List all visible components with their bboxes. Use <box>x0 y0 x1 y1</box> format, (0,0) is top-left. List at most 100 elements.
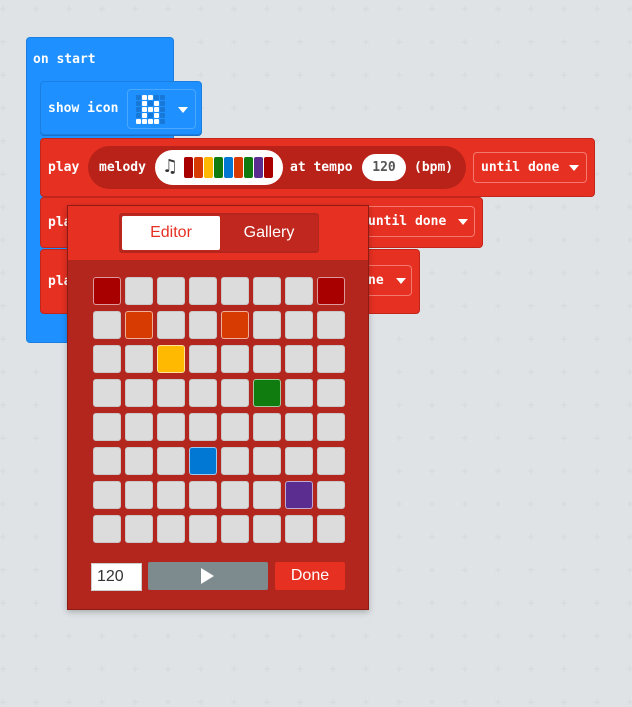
until-done-dropdown[interactable]: until done <box>473 152 587 183</box>
note-cell[interactable] <box>93 379 121 407</box>
note-cell[interactable] <box>157 379 185 407</box>
note-cell-active[interactable] <box>157 345 185 373</box>
grid-mark <box>495 105 501 111</box>
melody-note-swatch <box>184 157 193 178</box>
note-cell[interactable] <box>317 311 345 339</box>
until-done-dropdown-2[interactable]: until done <box>355 206 475 237</box>
note-cell[interactable] <box>253 277 281 305</box>
icon-pixel <box>160 101 165 106</box>
grid-mark <box>396 336 402 342</box>
note-cell[interactable] <box>221 481 249 509</box>
note-cell-active[interactable] <box>93 277 121 305</box>
note-cell[interactable] <box>221 413 249 441</box>
icon-pixel <box>160 95 165 100</box>
icon-pixel <box>160 107 165 112</box>
note-cell[interactable] <box>221 515 249 543</box>
note-cell[interactable] <box>189 481 217 509</box>
note-cell[interactable] <box>189 515 217 543</box>
grid-mark <box>561 369 567 375</box>
note-cell[interactable] <box>317 379 345 407</box>
note-cell[interactable] <box>125 481 153 509</box>
note-cell[interactable] <box>189 311 217 339</box>
tempo-input[interactable]: 120 <box>91 563 142 591</box>
note-cell-active[interactable] <box>317 277 345 305</box>
note-cell[interactable] <box>317 345 345 373</box>
note-cell[interactable] <box>317 481 345 509</box>
note-cell[interactable] <box>317 515 345 543</box>
note-cell[interactable] <box>189 379 217 407</box>
note-cell[interactable] <box>285 311 313 339</box>
icon-pixel <box>142 101 147 106</box>
note-cell[interactable] <box>125 515 153 543</box>
note-cell[interactable] <box>93 515 121 543</box>
grid-mark <box>363 105 369 111</box>
note-cell[interactable] <box>253 447 281 475</box>
note-cell[interactable] <box>285 379 313 407</box>
note-cell[interactable] <box>253 311 281 339</box>
note-cell[interactable] <box>125 447 153 475</box>
note-cell[interactable] <box>189 277 217 305</box>
note-cell[interactable] <box>93 447 121 475</box>
done-button[interactable]: Done <box>275 562 345 590</box>
note-cell-active[interactable] <box>125 311 153 339</box>
note-cell[interactable] <box>125 413 153 441</box>
note-cell[interactable] <box>157 481 185 509</box>
note-cell[interactable] <box>93 413 121 441</box>
grid-mark <box>528 72 534 78</box>
tab-editor[interactable]: Editor <box>122 216 220 250</box>
note-cell[interactable] <box>317 447 345 475</box>
grid-mark <box>33 699 39 705</box>
note-cell[interactable] <box>93 345 121 373</box>
icon-preview <box>136 95 166 125</box>
tempo-field[interactable]: 120 <box>362 154 406 181</box>
play-button[interactable] <box>148 562 268 590</box>
note-cell[interactable] <box>157 447 185 475</box>
icon-pixel <box>154 101 159 106</box>
note-cell[interactable] <box>221 345 249 373</box>
note-cell[interactable] <box>285 277 313 305</box>
note-cell-active[interactable] <box>221 311 249 339</box>
note-cell[interactable] <box>189 345 217 373</box>
note-cell[interactable] <box>285 413 313 441</box>
note-cell[interactable] <box>285 447 313 475</box>
grid-mark <box>495 666 501 672</box>
note-cell[interactable] <box>253 481 281 509</box>
note-cell-active[interactable] <box>189 447 217 475</box>
grid-mark <box>462 501 468 507</box>
note-cell[interactable] <box>285 515 313 543</box>
note-cell-active[interactable] <box>285 481 313 509</box>
note-cell[interactable] <box>93 481 121 509</box>
note-cell[interactable] <box>157 515 185 543</box>
note-cell-active[interactable] <box>253 379 281 407</box>
grid-mark <box>99 6 105 12</box>
melody-field[interactable]: ♫ <box>155 150 283 185</box>
note-cell[interactable] <box>157 413 185 441</box>
note-cell[interactable] <box>157 277 185 305</box>
grid-mark <box>363 699 369 705</box>
note-cell[interactable] <box>253 345 281 373</box>
grid-mark <box>594 534 600 540</box>
tab-gallery[interactable]: Gallery <box>220 216 318 250</box>
note-cell[interactable] <box>317 413 345 441</box>
grid-mark <box>66 666 72 672</box>
note-cell[interactable] <box>189 413 217 441</box>
note-cell[interactable] <box>253 515 281 543</box>
note-cell[interactable] <box>93 311 121 339</box>
note-cell[interactable] <box>221 447 249 475</box>
note-cell[interactable] <box>125 379 153 407</box>
grid-mark <box>528 204 534 210</box>
icon-picker-dropdown[interactable] <box>127 89 196 129</box>
note-cell[interactable] <box>125 345 153 373</box>
note-cell[interactable] <box>221 379 249 407</box>
note-cell[interactable] <box>285 345 313 373</box>
grid-mark <box>198 39 204 45</box>
note-cell[interactable] <box>253 413 281 441</box>
grid-mark <box>165 633 171 639</box>
note-cell[interactable] <box>125 277 153 305</box>
note-cell[interactable] <box>157 311 185 339</box>
grid-mark <box>594 501 600 507</box>
note-cell[interactable] <box>221 277 249 305</box>
grid-mark <box>594 402 600 408</box>
grid-mark <box>561 303 567 309</box>
grid-mark <box>627 270 632 276</box>
